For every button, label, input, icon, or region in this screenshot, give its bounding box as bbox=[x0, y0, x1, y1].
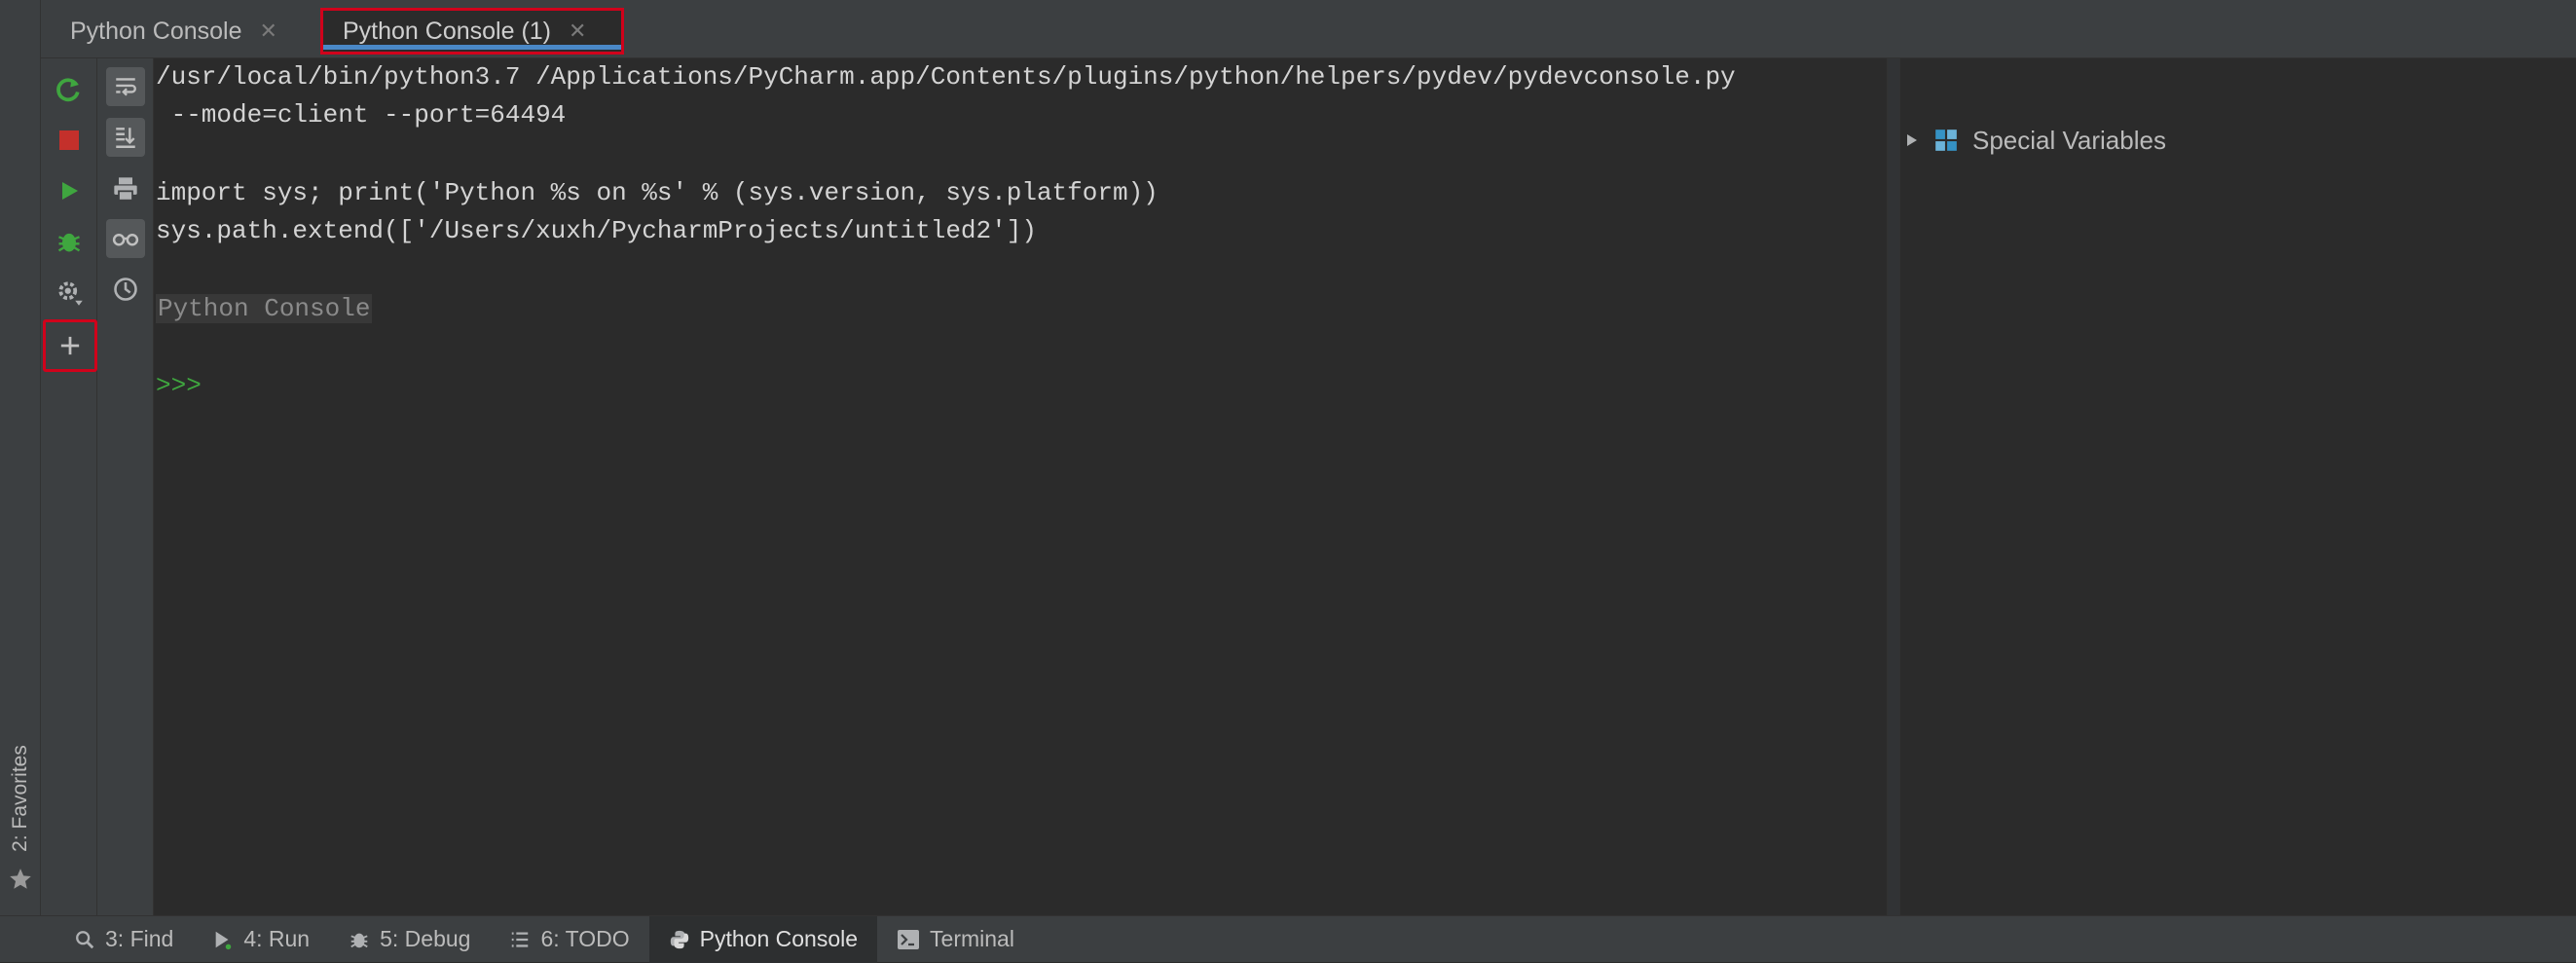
list-icon bbox=[512, 931, 529, 947]
console-prompt[interactable]: >>> bbox=[156, 371, 202, 400]
print-icon[interactable] bbox=[106, 169, 145, 208]
favorites-strip: 2: Favorites bbox=[0, 0, 41, 915]
console-toolbar-secondary bbox=[97, 58, 154, 915]
variables-tree-item[interactable]: Special Variables bbox=[1900, 121, 2166, 160]
favorites-label: 2: Favorites bbox=[9, 745, 31, 852]
python-icon bbox=[670, 930, 688, 948]
run-icon bbox=[215, 931, 232, 949]
search-icon bbox=[76, 930, 94, 948]
attach-debugger-icon[interactable] bbox=[50, 222, 89, 261]
tool-window-label: Terminal bbox=[930, 926, 1014, 951]
soft-wrap-icon[interactable] bbox=[106, 67, 145, 106]
tool-window-label: 6: TODO bbox=[540, 926, 630, 951]
settings-icon[interactable] bbox=[50, 273, 89, 312]
stop-icon[interactable] bbox=[50, 121, 89, 160]
tool-window-label: 4: Run bbox=[243, 926, 311, 951]
close-icon[interactable]: ✕ bbox=[569, 19, 586, 44]
tool-window-debug[interactable]: 5: Debug bbox=[329, 916, 490, 963]
tab-python-console-1[interactable]: Python Console (1) ✕ bbox=[320, 8, 624, 55]
console-toolbar-primary bbox=[41, 58, 97, 915]
tool-window-label: 3: Find bbox=[105, 926, 174, 951]
console-line: --mode=client --port=64494 bbox=[156, 100, 567, 130]
tool-window-bar: 3: Find 4: Run 5: Debug 6: TODO Python C… bbox=[0, 915, 2576, 963]
console-line: /usr/local/bin/python3.7 /Applications/P… bbox=[156, 62, 1736, 92]
special-variables-icon bbox=[1935, 130, 1957, 151]
tool-window-python-console[interactable]: Python Console bbox=[648, 915, 878, 963]
console-line: import sys; print('Python %s on %s' % (s… bbox=[156, 178, 1159, 207]
tool-window-run[interactable]: 4: Run bbox=[193, 916, 329, 963]
show-variables-icon[interactable] bbox=[106, 219, 145, 258]
star-icon[interactable] bbox=[8, 867, 33, 892]
tab-python-console[interactable]: Python Console ✕ bbox=[53, 8, 295, 55]
tool-window-label: Python Console bbox=[699, 926, 859, 951]
terminal-icon bbox=[898, 929, 920, 949]
tool-window-todo[interactable]: 6: TODO bbox=[490, 916, 648, 963]
tab-label: Python Console bbox=[70, 17, 242, 45]
new-console-button[interactable] bbox=[43, 319, 97, 372]
plus-icon bbox=[60, 336, 80, 355]
close-icon[interactable]: ✕ bbox=[260, 19, 277, 44]
tool-window-terminal[interactable]: Terminal bbox=[877, 916, 1034, 963]
special-variables-label: Special Variables bbox=[1972, 125, 2166, 155]
execute-icon[interactable] bbox=[50, 171, 89, 210]
tab-label: Python Console (1) bbox=[343, 17, 552, 45]
variables-panel: Special Variables bbox=[1900, 58, 2576, 915]
rerun-icon[interactable] bbox=[50, 70, 89, 109]
console-line: sys.path.extend(['/Users/xuxh/PycharmPro… bbox=[156, 216, 1037, 245]
panel-splitter[interactable] bbox=[1887, 58, 1900, 915]
expand-arrow-icon[interactable] bbox=[1904, 132, 1920, 148]
tool-window-label: 5: Debug bbox=[380, 926, 471, 951]
scroll-to-end-icon[interactable] bbox=[106, 118, 145, 157]
bug-icon bbox=[350, 933, 368, 947]
console-banner: Python Console bbox=[156, 294, 373, 323]
tool-window-find[interactable]: 3: Find bbox=[55, 916, 193, 963]
favorites-tool-button[interactable]: 2: Favorites bbox=[6, 740, 35, 857]
history-icon[interactable] bbox=[106, 270, 145, 309]
console-output[interactable]: /usr/local/bin/python3.7 /Applications/P… bbox=[154, 58, 1887, 915]
console-tab-bar: Python Console ✕ Python Console (1) ✕ bbox=[41, 0, 2576, 58]
